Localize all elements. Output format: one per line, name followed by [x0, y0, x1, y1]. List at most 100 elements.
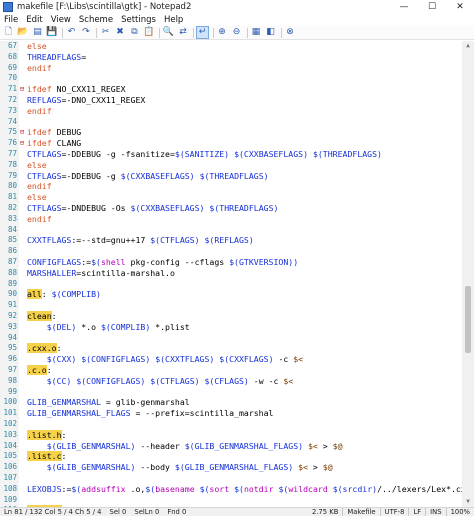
save-icon[interactable]: 💾: [46, 27, 57, 38]
scrollbar-thumb[interactable]: [465, 286, 471, 353]
code-line[interactable]: 98 $(CC) $(CONFIGFLAGS) $(CTFLAGS) $(CFL…: [0, 376, 462, 387]
toolbar-separator: [246, 27, 248, 38]
close-button[interactable]: ✕: [446, 0, 474, 14]
line-code: $(GLIB_GENMARSHAL) --header $(GLIB_GENMA…: [27, 441, 343, 452]
status-line-ending[interactable]: LF: [409, 508, 425, 516]
notepad-app-icon: [3, 2, 13, 12]
replace-icon[interactable]: ⇄: [178, 27, 189, 38]
vertical-scrollbar[interactable]: ▲ ▼: [462, 41, 474, 507]
browse-icon[interactable]: ▤: [32, 27, 43, 38]
code-line[interactable]: 70: [0, 73, 462, 84]
code-line[interactable]: 106 $(GLIB_GENMARSHAL) --body $(GLIB_GEN…: [0, 462, 462, 473]
delete-icon[interactable]: ✖: [115, 27, 126, 38]
zoom-out-icon[interactable]: ⊖: [231, 27, 242, 38]
find-icon[interactable]: 🔍: [163, 27, 174, 38]
code-line[interactable]: 80 endif: [0, 181, 462, 192]
menu-view[interactable]: View: [47, 15, 75, 25]
line-number: 71: [7, 84, 17, 94]
menu-file[interactable]: File: [0, 15, 22, 25]
code-line[interactable]: 76 ⊟ ifdef CLANG: [0, 138, 462, 149]
status-encoding[interactable]: UTF-8: [381, 508, 409, 516]
minimize-button[interactable]: —: [390, 0, 418, 14]
code-line[interactable]: 79 CTFLAGS=-DDEBUG -g $(CXXBASEFLAGS) $(T…: [0, 171, 462, 182]
copy-icon[interactable]: ⧉: [129, 27, 140, 38]
code-line[interactable]: 73 endif: [0, 106, 462, 117]
word-wrap-icon[interactable]: ↵: [196, 26, 209, 39]
code-line[interactable]: 97 .c.o:: [0, 365, 462, 376]
code-token: $(srcdir): [332, 483, 378, 494]
code-line[interactable]: 101 GLIB_GENMARSHAL_FLAGS = --prefix=scin…: [0, 408, 462, 419]
status-scheme[interactable]: Makefile: [343, 508, 379, 516]
fold-toggle-icon[interactable]: ⊟: [19, 127, 25, 138]
scroll-down-icon[interactable]: ▼: [462, 497, 474, 507]
paste-icon[interactable]: 📋: [143, 27, 154, 38]
scheme-config-icon[interactable]: ◧: [265, 27, 276, 38]
code-token: $@: [332, 440, 343, 451]
code-line[interactable]: 82 CTFLAGS=-DNDEBUG -Os $(CXXBASEFLAGS) $…: [0, 203, 462, 214]
code-line[interactable]: 107: [0, 473, 462, 484]
status-zoom[interactable]: 100%: [447, 508, 474, 516]
line-number: 88: [7, 267, 17, 277]
code-line[interactable]: 67 else: [0, 41, 462, 52]
code-line[interactable]: 108 LEXOBJS:=$(addsuffix .o,$(basename $(…: [0, 483, 474, 495]
code-line[interactable]: 94: [0, 333, 462, 344]
code-line[interactable]: 92 clean:: [0, 311, 462, 322]
open-icon[interactable]: 📂: [17, 27, 28, 38]
code-line[interactable]: 71 ⊟ ifdef NO_CXX11_REGEX: [0, 84, 462, 95]
line-code: clean:: [27, 311, 57, 322]
code-line[interactable]: 68 THREADFLAGS=: [0, 52, 462, 63]
code-line[interactable]: 93 $(DEL) *.o $(COMPLIB) *.plist: [0, 322, 462, 333]
exit-icon[interactable]: ⊗: [285, 27, 296, 38]
cut-icon[interactable]: ✂: [100, 27, 111, 38]
scroll-up-icon[interactable]: ▲: [462, 41, 474, 51]
code-line[interactable]: 103 .list.h:: [0, 429, 462, 441]
scheme-icon[interactable]: ▦: [251, 27, 262, 38]
code-line[interactable]: 77 CTFLAGS=-DDEBUG -g -fsanitize=$(SANITI…: [0, 149, 462, 160]
code-line[interactable]: 83 endif: [0, 214, 462, 225]
redo-icon[interactable]: ↷: [81, 27, 92, 38]
code-line[interactable]: 109: [0, 495, 462, 506]
code-line[interactable]: 85 CXXTFLAGS:=--std=gnu++17 $(CTFLAGS) $(…: [0, 235, 462, 246]
code-token: :=: [81, 257, 92, 267]
code-line[interactable]: 86: [0, 246, 462, 257]
fold-toggle-icon[interactable]: ⊟: [19, 138, 25, 149]
code-line[interactable]: 81 else: [0, 192, 462, 203]
code-line[interactable]: 100 GLIB_GENMARSHAL = glib-genmarshal: [0, 397, 462, 408]
code-line[interactable]: 104 $(GLIB_GENMARSHAL) --header $(GLIB_G…: [0, 441, 462, 452]
code-line[interactable]: 72 REFLAGS=-DNO_CXX11_REGEX: [0, 95, 462, 106]
status-insert-mode[interactable]: INS: [426, 508, 445, 516]
code-line[interactable]: 90 all: $(COMPLIB): [0, 289, 462, 300]
fold-toggle-icon[interactable]: ⊟: [19, 84, 25, 95]
code-token: endif: [27, 213, 52, 224]
code-line[interactable]: 75 ⊟ ifdef DEBUG: [0, 127, 462, 138]
maximize-button[interactable]: ☐: [418, 0, 446, 14]
menu-settings[interactable]: Settings: [117, 15, 160, 25]
menu-edit[interactable]: Edit: [22, 15, 46, 25]
code-line[interactable]: 88 MARSHALLER=scintilla-marshal.o: [0, 268, 462, 279]
editor-area[interactable]: 67 else 68 THREADFLAGS= 69 endif 70 71 ⊟ ifdef NO…: [0, 41, 474, 507]
line-code: .list.h:: [27, 429, 66, 441]
menu-help[interactable]: Help: [160, 15, 187, 25]
new-icon[interactable]: 🗋: [3, 27, 14, 38]
undo-icon[interactable]: ↶: [66, 27, 77, 38]
code-token: CLANG: [51, 138, 82, 149]
line-code: .c.o:: [27, 365, 52, 376]
code-line[interactable]: 105 .list.c:: [0, 451, 462, 462]
code-line[interactable]: 74: [0, 117, 462, 128]
code-line[interactable]: 89: [0, 279, 462, 290]
code-line[interactable]: 69 endif: [0, 63, 462, 74]
code-line[interactable]: 87 CONFIGFLAGS:=$(shell pkg-config --cfla…: [0, 257, 462, 268]
code-line[interactable]: 99: [0, 387, 462, 398]
code-token: :=: [61, 483, 72, 494]
code-line[interactable]: 91: [0, 300, 462, 311]
code-line[interactable]: 95 .cxx.o:: [0, 343, 462, 354]
line-code: .cxx.o:: [27, 343, 62, 354]
code-line[interactable]: 102: [0, 419, 462, 430]
code-line[interactable]: 96 $(CXX) $(CONFIGFLAGS) $(CXXTFLAGS) $(…: [0, 354, 462, 365]
menu-scheme[interactable]: Scheme: [75, 15, 117, 25]
zoom-in-icon[interactable]: ⊕: [217, 27, 228, 38]
code-token: $(COMPLIB): [100, 321, 151, 332]
code-line[interactable]: 84: [0, 225, 462, 236]
code-line[interactable]: 78 else: [0, 160, 462, 171]
